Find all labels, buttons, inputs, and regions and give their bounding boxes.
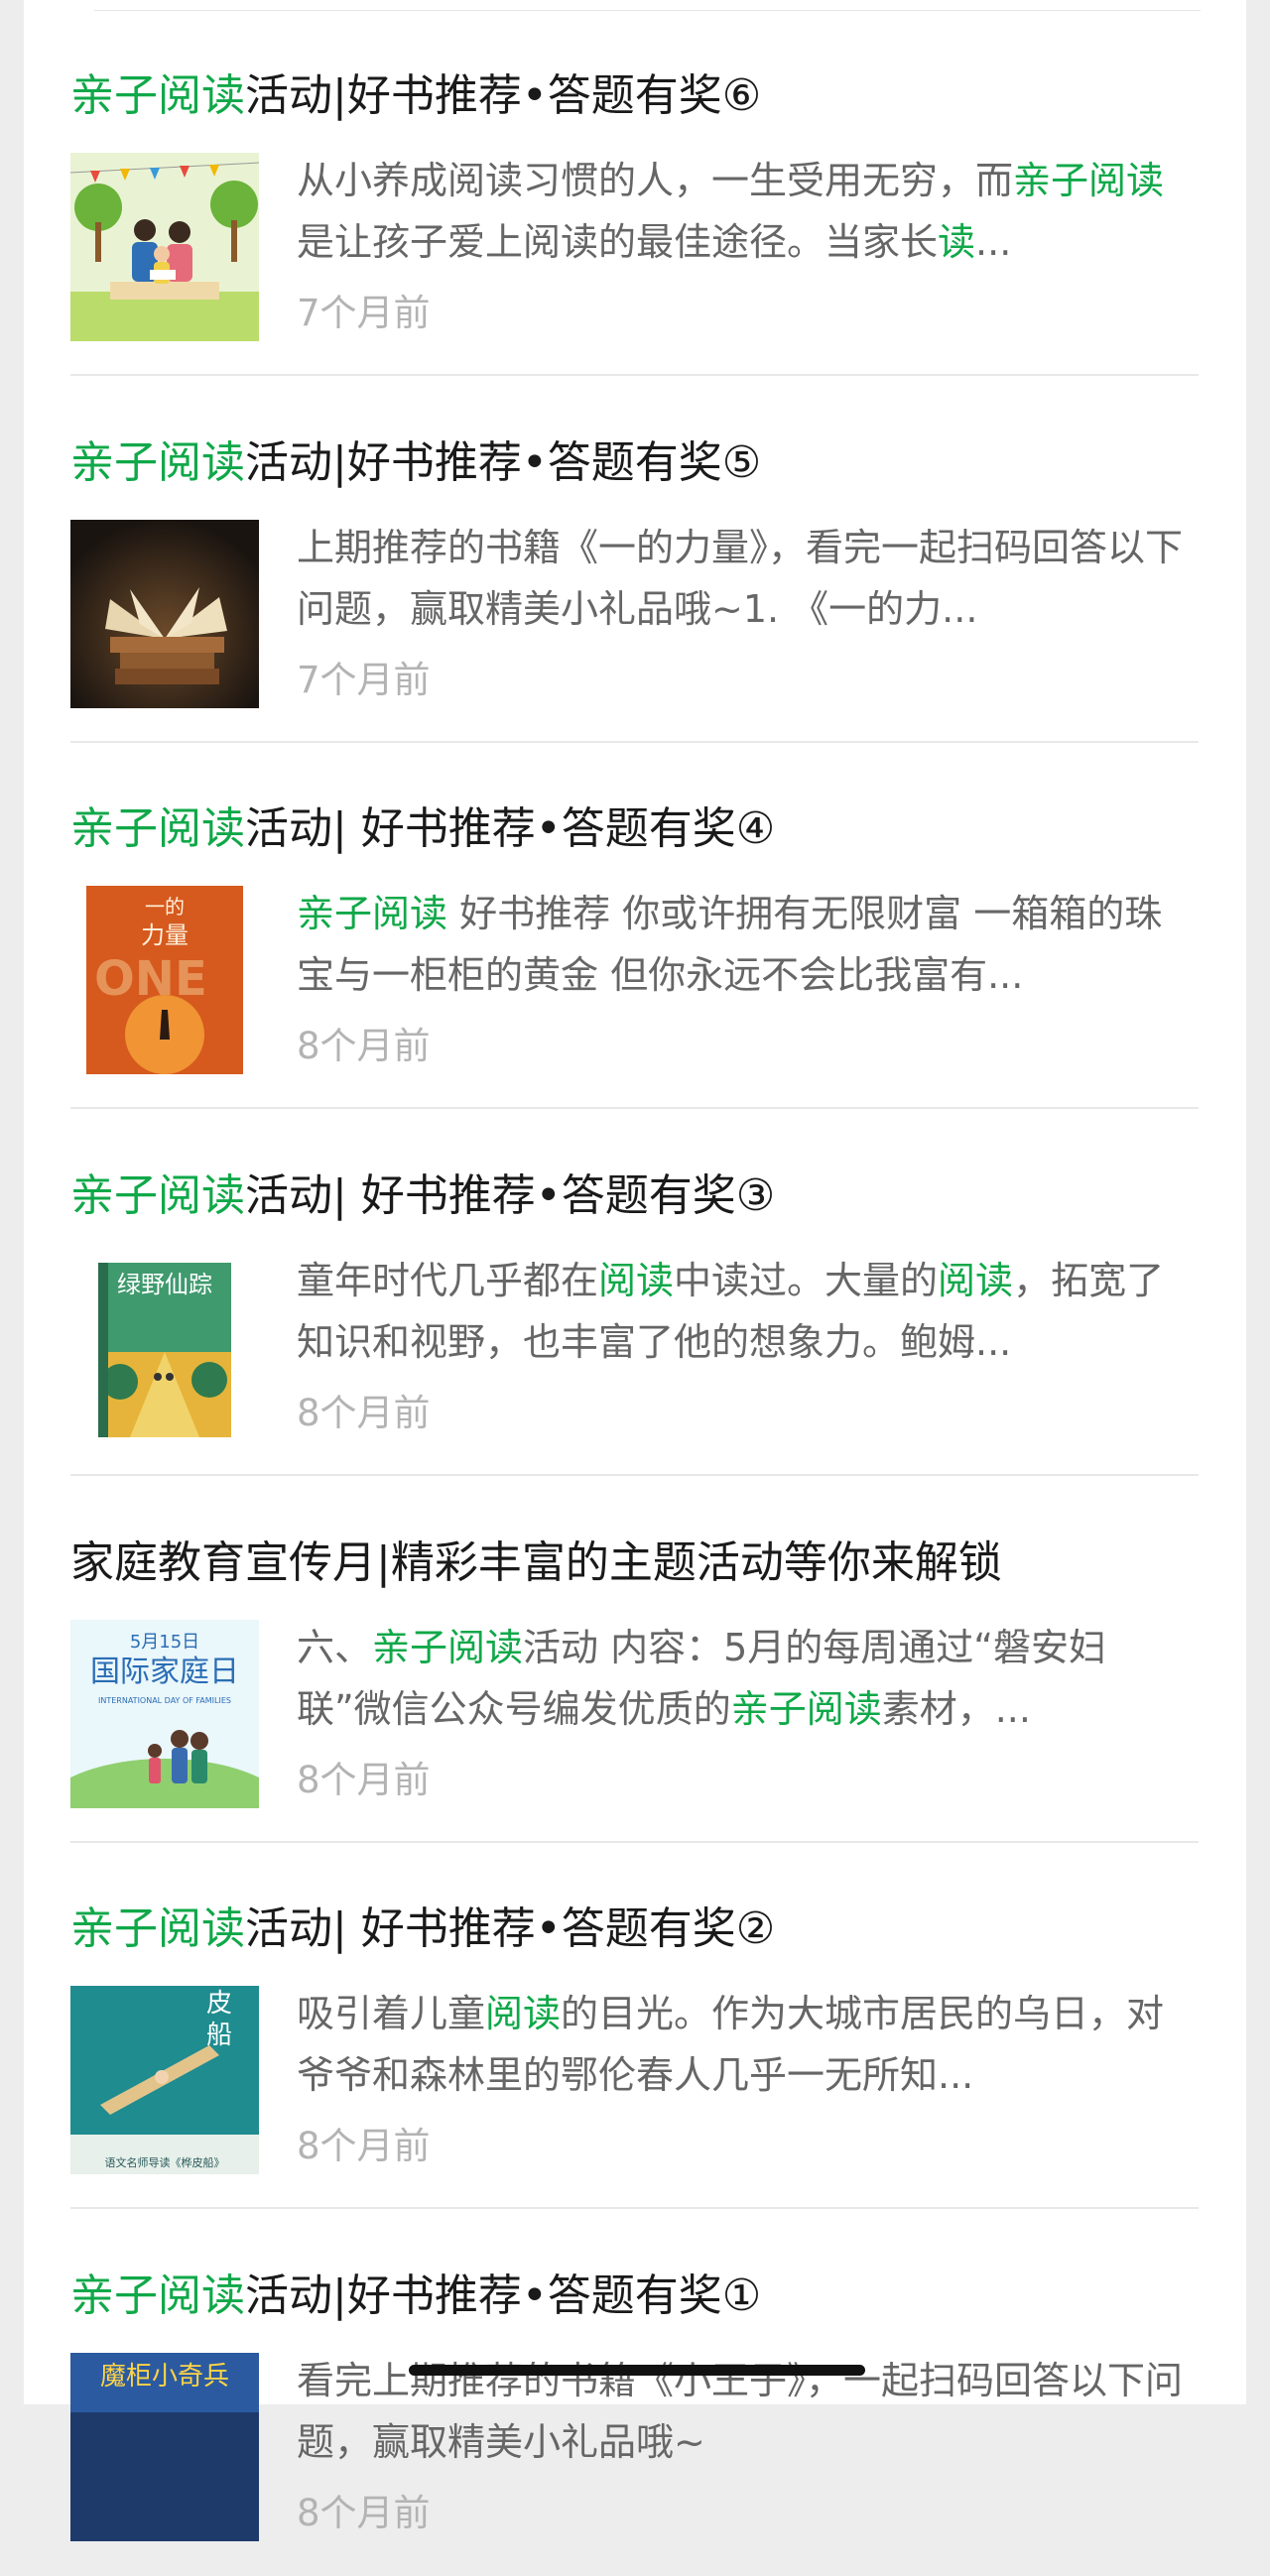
article-item[interactable]: 亲子阅读活动| 好书推荐•答题有奖④ ONE 一的 力量 亲子阅读 好书推荐 你… [70,744,1199,1109]
article-title[interactable]: 亲子阅读活动| 好书推荐•答题有奖③ [70,1168,1199,1224]
cover-title: 绿野仙踪 [117,1271,212,1298]
cover-title: 魔柜小奇兵 [100,2362,229,2392]
poster-subtitle: INTERNATIONAL DAY OF FAMILIES [98,1696,231,1705]
article-title[interactable]: 亲子阅读活动|好书推荐•答题有奖⑥ [70,68,1199,124]
divider [70,1841,1199,1843]
article-title[interactable]: 亲子阅读活动| 好书推荐•答题有奖④ [70,801,1199,857]
article-time: 8个月前 [297,1759,431,1801]
cover-title-line1: 一的 [145,895,185,919]
cover-footer: 语文名师导读《桦皮船》 [105,2155,225,2169]
article-summary: 童年时代几乎都在阅读中读过。大量的阅读，拓宽了知识和视野，也丰富了他的想象力。鲍… [297,1259,1165,1364]
article-title[interactable]: 家庭教育宣传月|精彩丰富的主题活动等你来解锁 [70,1535,1199,1591]
article-summary: 上期推荐的书籍《一的力量》，看完一起扫码回答以下问题，赢取精美小礼品哦~1. 《… [297,526,1184,631]
article-item[interactable]: 家庭教育宣传月|精彩丰富的主题活动等你来解锁 5月15日 国际家庭日 INTER… [70,1478,1199,1843]
divider [70,741,1199,743]
article-thumbnail: ONE 一的 力量 [70,886,259,1074]
article-title[interactable]: 亲子阅读活动|好书推荐•答题有奖⑤ [70,435,1199,491]
home-indicator[interactable] [409,2365,865,2376]
article-item[interactable]: 亲子阅读活动| 好书推荐•答题有奖③ 绿野仙踪 童年时代几乎都在阅读中读过。大量… [70,1111,1199,1476]
poster-date: 5月15日 [130,1632,199,1653]
divider [70,1474,1199,1476]
article-summary: 从小养成阅读习惯的人，一生受用无穷，而亲子阅读是让孩子爱上阅读的最佳途径。当家长… [297,159,1165,264]
article-summary: 亲子阅读 好书推荐 你或许拥有无限财富 一箱箱的珠宝与一柜柜的黄金 但你永远不会… [297,892,1163,997]
article-thumbnail: 魔柜小奇兵 [70,2353,259,2541]
article-thumbnail: 5月15日 国际家庭日 INTERNATIONAL DAY OF FAMILIE… [70,1620,259,1808]
article-item[interactable]: 亲子阅读活动|好书推荐•答题有奖① 魔柜小奇兵 看完上期推荐的书籍《小王子》，一… [70,2211,1199,2576]
cover-title-line2: 力量 [141,921,189,949]
article-time: 7个月前 [297,659,431,701]
poster-title: 国际家庭日 [90,1655,239,1689]
article-thumbnail: 绿野仙踪 [70,1253,259,1441]
article-summary: 六、亲子阅读活动 内容：5月的每周通过“磐安妇联”微信公众号编发优质的亲子阅读素… [297,1626,1106,1731]
article-thumbnail: 皮 船 语文名师导读《桦皮船》 [70,1986,259,2174]
divider [70,2207,1199,2209]
article-item[interactable]: 亲子阅读活动|好书推荐•答题有奖⑥ 从小养成阅读习惯的人，一生受用无穷，而亲子阅… [70,11,1199,376]
article-item[interactable]: 亲子阅读活动|好书推荐•答题有奖⑤ 上期推荐的书籍《一的力量》，看完一起扫码回答… [70,378,1199,743]
divider [70,374,1199,376]
article-thumbnail [70,520,259,708]
article-time: 7个月前 [297,292,431,334]
article-time: 8个月前 [297,1025,431,1067]
cover-title-line1: 皮 [206,1989,232,2019]
article-item[interactable]: 亲子阅读活动| 好书推荐•答题有奖② 皮 船 语文名师导读《桦皮船》 吸引着儿童… [70,1844,1199,2209]
article-thumbnail [70,153,259,341]
svg-text:ONE: ONE [94,951,207,1007]
article-summary: 吸引着儿童阅读的目光。作为大城市居民的乌日，对爷爷和森林里的鄂伦春人几乎一无所知… [297,1992,1165,2097]
cover-title-line2: 船 [206,2021,232,2050]
article-time: 8个月前 [297,2492,431,2534]
article-time: 8个月前 [297,1392,431,1434]
article-time: 8个月前 [297,2125,431,2167]
article-title[interactable]: 亲子阅读活动|好书推荐•答题有奖① [70,2269,1199,2324]
divider [70,1107,1199,1109]
article-title[interactable]: 亲子阅读活动| 好书推荐•答题有奖② [70,1901,1199,1957]
